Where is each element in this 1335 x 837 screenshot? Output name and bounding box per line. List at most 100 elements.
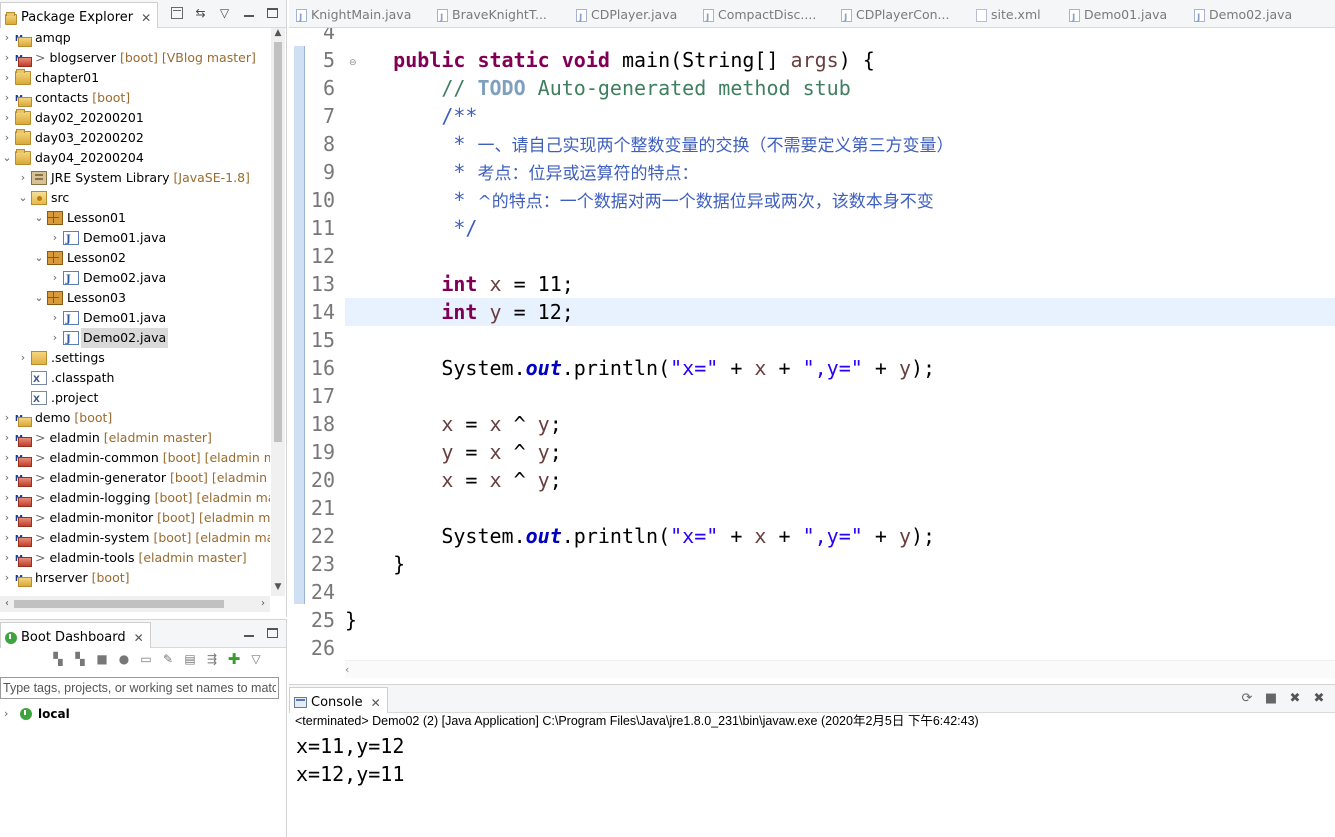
tree-item[interactable]: ⌄ Lesson03: [0, 288, 270, 308]
tree-item[interactable]: › > eladmin-generator [boot] [eladmin mas…: [0, 468, 270, 489]
collapse-arrow-icon[interactable]: ⌄: [34, 288, 44, 308]
tree-item[interactable]: › > eladmin-system [boot] [eladmin master…: [0, 528, 270, 549]
console-tab[interactable]: Console ✕: [289, 687, 388, 713]
close-icon[interactable]: ✕: [141, 11, 151, 25]
editor-tab[interactable]: CDPlayer.java: [576, 4, 677, 27]
java-editor[interactable]: ⊖ 4 5 6 7 8 9 10 11 12 13 14 15 16 17 18 19 20 21 22 23 24 25…: [289, 28, 1335, 678]
tree-item[interactable]: ⌄ day04_20200204: [0, 148, 270, 168]
expand-arrow-icon[interactable]: ›: [2, 128, 12, 148]
editor-tab[interactable]: Demo02.java: [1194, 4, 1292, 27]
expand-arrow-icon[interactable]: ›: [2, 568, 12, 588]
code-line[interactable]: */: [345, 214, 1335, 242]
tree-item[interactable]: › day02_20200201: [0, 108, 270, 128]
code-line[interactable]: [345, 634, 1335, 662]
expand-arrow-icon[interactable]: ›: [2, 88, 12, 108]
expand-arrow-icon[interactable]: ›: [2, 48, 12, 68]
editor-tab[interactable]: Demo01.java: [1069, 4, 1167, 27]
tree-item[interactable]: .classpath: [0, 368, 270, 390]
boot-filter-input[interactable]: [0, 677, 279, 699]
tree-item[interactable]: ⌄ Lesson02: [0, 248, 270, 268]
expand-arrow-icon[interactable]: ›: [2, 108, 12, 128]
package-explorer-tab[interactable]: Package Explorer ✕: [0, 2, 159, 28]
debug-restart-icon[interactable]: ▚: [72, 651, 88, 667]
scrollbar-thumb[interactable]: [14, 600, 224, 608]
tree-item[interactable]: .project: [0, 388, 270, 410]
code-line[interactable]: // TODO Auto-generated method stub: [345, 74, 1335, 102]
code-line[interactable]: * ^的特点：一个数据对两一个数据位异或两次，该数本身不变: [345, 186, 1335, 214]
collapse-arrow-icon[interactable]: ⌄: [34, 248, 44, 268]
relaunch-icon[interactable]: ⟳: [1239, 690, 1255, 706]
tree-item[interactable]: › Demo01.java: [0, 308, 270, 330]
add-icon[interactable]: ✚: [226, 650, 242, 668]
scroll-down-icon[interactable]: ▼: [271, 582, 285, 596]
expand-arrow-icon[interactable]: ›: [18, 168, 28, 188]
expand-arrow-icon[interactable]: ›: [4, 704, 8, 724]
tree-item[interactable]: › amqp: [0, 28, 270, 49]
code-line[interactable]: }: [345, 550, 1335, 578]
close-icon[interactable]: ✕: [134, 631, 144, 645]
maximize-icon[interactable]: [265, 5, 280, 20]
terminate-icon[interactable]: ■: [1263, 690, 1279, 706]
stop-icon[interactable]: ■: [94, 651, 110, 667]
tree-item[interactable]: › Demo01.java: [0, 228, 270, 250]
collapse-arrow-icon[interactable]: ⌄: [34, 208, 44, 228]
tree-item[interactable]: › > eladmin-tools [eladmin master]: [0, 548, 270, 569]
code-line[interactable]: /**: [345, 102, 1335, 130]
scrollbar-thumb[interactable]: [274, 42, 282, 442]
current-code-line[interactable]: int y = 12;: [345, 298, 1335, 326]
tree-item[interactable]: ⌄ src: [0, 188, 270, 208]
expand-arrow-icon[interactable]: ›: [2, 428, 12, 448]
collapse-arrow-icon[interactable]: ⌄: [2, 148, 12, 168]
edit-icon[interactable]: ✎: [160, 651, 176, 667]
code-line[interactable]: x = x ^ y;: [345, 466, 1335, 494]
expand-arrow-icon[interactable]: ›: [2, 488, 12, 508]
tree-item[interactable]: › demo [boot]: [0, 408, 270, 429]
tree-item[interactable]: › .settings: [0, 348, 270, 368]
horizontal-scrollbar[interactable]: ‹ ›: [0, 596, 270, 612]
expand-arrow-icon[interactable]: ›: [50, 308, 60, 328]
scroll-left-icon[interactable]: ‹: [0, 596, 14, 612]
link-with-editor-icon[interactable]: ⇆: [193, 5, 208, 20]
tree-item[interactable]: › chapter01: [0, 68, 270, 88]
editor-tab[interactable]: KnightMain.java: [296, 4, 411, 27]
view-menu-icon[interactable]: ▽: [248, 651, 264, 667]
tree-item[interactable]: › > blogserver [boot] [VBlog master]: [0, 48, 270, 69]
code-line[interactable]: System.out.println("x=" + x + ",y=" + y)…: [345, 354, 1335, 382]
scroll-up-icon[interactable]: ▲: [271, 28, 285, 42]
code-line[interactable]: y = x ^ y;: [345, 438, 1335, 466]
minimize-icon[interactable]: [241, 5, 256, 20]
tree-item[interactable]: › > eladmin-monitor [boot] [eladmin maste…: [0, 508, 270, 529]
remove-all-terminated-icon[interactable]: ✖: [1311, 690, 1327, 706]
tree-item[interactable]: › JRE System Library [JavaSE-1.8]: [0, 168, 270, 188]
scroll-right-icon[interactable]: ›: [256, 596, 270, 612]
expand-arrow-icon[interactable]: ›: [2, 448, 12, 468]
expand-arrow-icon[interactable]: ›: [2, 28, 12, 48]
code-line[interactable]: * 一、请自己实现两个整数变量的交换（不需要定义第三方变量）: [345, 130, 1335, 158]
editor-tab[interactable]: site.xml: [976, 4, 1041, 26]
view-menu-icon[interactable]: ▽: [217, 5, 232, 20]
remove-launch-icon[interactable]: ✖: [1287, 690, 1303, 706]
expand-arrow-icon[interactable]: ›: [2, 548, 12, 568]
tree-item[interactable]: › > eladmin-common [boot] [eladmin master…: [0, 448, 270, 469]
open-browser-icon[interactable]: ●: [116, 651, 132, 667]
tree-item[interactable]: › contacts [boot]: [0, 88, 270, 109]
code-line[interactable]: public static void main(String[] args) {: [345, 46, 1335, 74]
expand-arrow-icon[interactable]: ›: [2, 68, 12, 88]
collapse-arrow-icon[interactable]: ⌄: [18, 188, 28, 208]
code-line[interactable]: }: [345, 606, 1335, 634]
deploy-icon[interactable]: ⇶: [204, 651, 220, 667]
code-line[interactable]: System.out.println("x=" + x + ",y=" + y)…: [345, 522, 1335, 550]
properties-icon[interactable]: ▤: [182, 651, 198, 667]
expand-arrow-icon[interactable]: ›: [2, 508, 12, 528]
expand-arrow-icon[interactable]: ›: [2, 528, 12, 548]
boot-dashboard-tab[interactable]: Boot Dashboard ✕: [0, 622, 151, 648]
code-area[interactable]: public static void main(String[] args) {…: [345, 28, 1335, 668]
close-icon[interactable]: ✕: [371, 696, 381, 710]
tree-item[interactable]: › day03_20200202: [0, 128, 270, 148]
console-icon[interactable]: ▭: [138, 651, 154, 667]
tree-item[interactable]: › > eladmin-logging [boot] [eladmin maste…: [0, 488, 270, 509]
code-line[interactable]: [345, 382, 1335, 410]
collapse-all-icon[interactable]: [169, 5, 184, 20]
code-line[interactable]: [345, 578, 1335, 606]
scroll-left-icon[interactable]: ‹: [345, 663, 349, 676]
